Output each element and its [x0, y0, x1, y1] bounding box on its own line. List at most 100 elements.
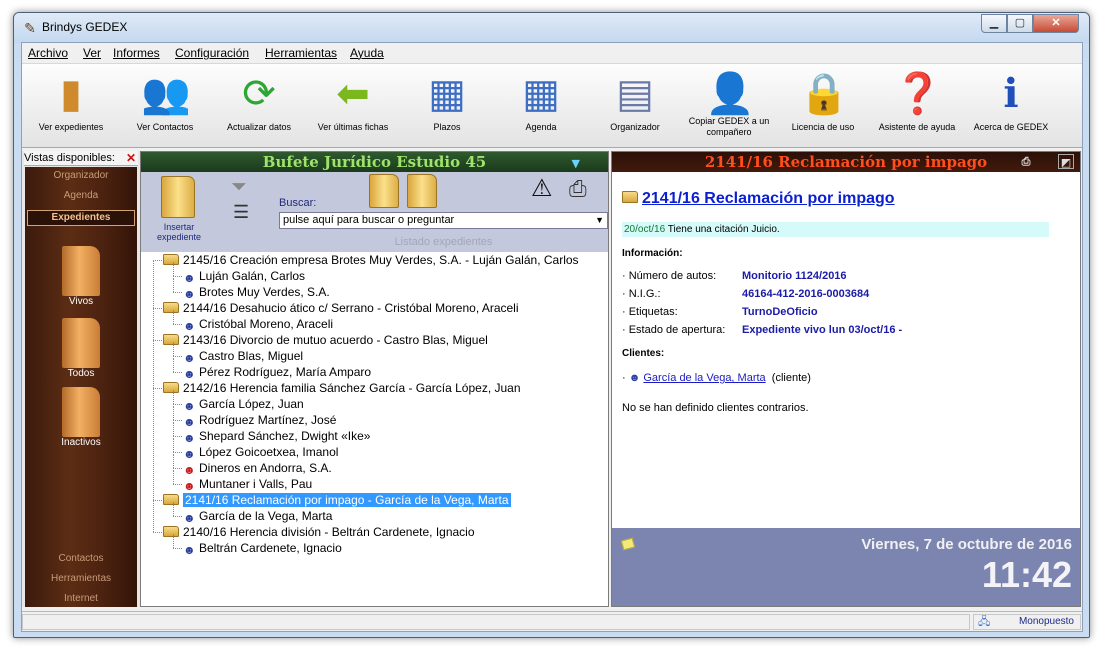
ver-ultimas-fichas-button[interactable]: ⬅ Ver últimas fichas	[306, 66, 400, 144]
tree-connector	[173, 420, 182, 421]
field-value: Monitorio 1124/2016	[742, 270, 847, 282]
detail-header-label: 2141/16 Reclamación por impago	[704, 153, 988, 171]
actualizar-datos-button[interactable]: ⟳ Actualizar datos	[212, 66, 306, 144]
field-value: TurnoDeOficio	[742, 306, 818, 318]
copiar-gedex-button[interactable]: 👤 Copiar GEDEX a un compañero	[682, 66, 776, 144]
list-icon[interactable]: ☰	[233, 202, 249, 223]
client-entry: · ☻ García de la Vega, Marta (cliente)	[622, 372, 811, 384]
folder-icon[interactable]	[369, 174, 399, 208]
contact-row[interactable]: ☻ López Goicoetxea, Imanol	[183, 444, 339, 461]
agenda-button[interactable]: ▦ Agenda	[494, 66, 588, 144]
menu-ayuda[interactable]: Ayuda	[350, 46, 384, 60]
sidebar-item-organizador[interactable]: Organizador	[25, 170, 137, 181]
menu-ver[interactable]: Ver	[83, 46, 101, 60]
tree-item-label: López Goicoetxea, Imanol	[199, 445, 339, 459]
filter-icon[interactable]: ⏷	[231, 176, 247, 199]
print-icon[interactable]: ⎙	[1018, 154, 1034, 169]
contact-row[interactable]: ☻ Rodríguez Martínez, José	[183, 412, 336, 429]
tree-connector	[173, 372, 182, 373]
chevron-down-icon[interactable]: ▼	[595, 213, 604, 228]
search-input[interactable]: pulse aquí para buscar o preguntar ▼	[279, 212, 608, 229]
sticky-note-icon[interactable]	[620, 537, 636, 551]
tree-connector	[153, 340, 162, 341]
acerca-de-gedex-button[interactable]: ℹ Acerca de GEDEX	[964, 66, 1058, 144]
tree-connector	[153, 308, 162, 309]
chevron-down-icon[interactable]: ▼	[572, 154, 580, 174]
contact-row[interactable]: ☻ Shepard Sánchez, Dwight «Ike»	[183, 428, 370, 445]
contact-row[interactable]: ☻ Cristóbal Moreno, Araceli	[183, 316, 333, 333]
tree-item-label: 2140/16 Herencia división - Beltrán Card…	[183, 525, 475, 539]
expediente-row[interactable]: 2145/16 Creación empresa Brotes Muy Verd…	[163, 252, 579, 268]
sidebar-item-internet[interactable]: Internet	[25, 593, 137, 604]
menu-herramientas[interactable]: Herramientas	[265, 46, 337, 60]
menu-informes[interactable]: Informes	[113, 46, 160, 60]
citation-note: 20/oct/16 Tiene una citación Juicio.	[622, 222, 1049, 237]
title-bar[interactable]: ✎ Brindys GEDEX ▁ ▢ ✕	[14, 13, 1089, 43]
toolbar-label: Plazos	[433, 122, 461, 132]
tree-connector	[153, 532, 162, 533]
expediente-row[interactable]: 2140/16 Herencia división - Beltrán Card…	[163, 524, 475, 540]
client-link[interactable]: García de la Vega, Marta	[643, 372, 765, 384]
close-button[interactable]: ✕	[1033, 14, 1079, 33]
toolbar-label: Licencia de uso	[791, 122, 855, 132]
folders-icon[interactable]	[407, 174, 437, 208]
plazos-button[interactable]: ▦ Plazos	[400, 66, 494, 144]
field-key: · N.I.G.:	[622, 288, 661, 300]
expediente-title-link[interactable]: 2141/16 Reclamación por impago	[642, 190, 895, 207]
licencia-de-uso-button[interactable]: 🔒 Licencia de uso	[776, 66, 870, 144]
view-vivos[interactable]: Vivos	[47, 246, 115, 307]
expediente-row[interactable]: 2143/16 Divorcio de mutuo acuerdo - Cast…	[163, 332, 488, 348]
contact-row[interactable]: ☻ García López, Juan	[183, 396, 304, 413]
contact-row[interactable]: ☻ Muntaner i Valls, Pau	[183, 476, 312, 493]
menu-archivo[interactable]: Archivo	[28, 46, 68, 60]
sidebar-item-agenda[interactable]: Agenda	[25, 190, 137, 201]
tree-item-label: Brotes Muy Verdes, S.A.	[199, 285, 330, 299]
expediente-row[interactable]: 2144/16 Desahucio ático c/ Serrano - Cri…	[163, 300, 519, 316]
sidebar-item-contactos[interactable]: Contactos	[25, 553, 137, 564]
view-todos[interactable]: Todos	[47, 318, 115, 379]
insertar-expediente-button[interactable]: Insertar expediente	[145, 222, 213, 242]
warning-icon[interactable]: ⚠	[531, 174, 553, 203]
sidebar-item-herramientas[interactable]: Herramientas	[25, 573, 137, 584]
contact-row[interactable]: ☻ García de la Vega, Marta	[183, 508, 332, 525]
insert-folder-icon[interactable]	[161, 176, 195, 218]
app-logo-icon: ✎	[24, 20, 36, 36]
tree-connector	[173, 502, 174, 516]
person-icon: ☻	[183, 367, 196, 381]
sidebar-item-expedientes[interactable]: Expedientes	[27, 210, 135, 226]
expediente-row[interactable]: 2142/16 Herencia familia Sánchez García …	[163, 380, 521, 396]
sidebar-panel: Organizador Agenda Expedientes Vivos Tod…	[25, 167, 137, 607]
person-icon: ☻	[183, 447, 196, 461]
contact-row[interactable]: ☻ Beltrán Cardenete, Ignacio	[183, 540, 342, 557]
contact-row[interactable]: ☻ Luján Galán, Carlos	[183, 268, 305, 285]
expediente-title[interactable]: 2141/16 Reclamación por impago	[622, 190, 895, 208]
printer-icon[interactable]: ⎙	[569, 176, 587, 202]
folder-icon	[62, 318, 100, 368]
view-inactivos[interactable]: Inactivos	[47, 387, 115, 448]
tree-connector	[173, 278, 174, 292]
ver-contactos-button[interactable]: 👥 Ver Contactos	[118, 66, 212, 144]
tree-connector	[173, 422, 174, 436]
office-title-label: Bufete Jurídico Estudio 45	[262, 153, 487, 171]
contact-row[interactable]: ☻ Dineros en Andorra, S.A.	[183, 460, 332, 477]
open-window-icon[interactable]: ◩	[1058, 154, 1074, 169]
person-icon: ☻	[183, 351, 196, 365]
contact-row[interactable]: ☻ Brotes Muy Verdes, S.A.	[183, 284, 330, 301]
detail-header: 2141/16 Reclamación por impago ⎙ ◩	[612, 152, 1080, 172]
expediente-row[interactable]: 2141/16 Reclamación por impago - García …	[163, 492, 511, 508]
menu-configuracion[interactable]: Configuración	[175, 46, 249, 60]
organizador-button[interactable]: ▤ Organizador	[588, 66, 682, 144]
maximize-button[interactable]: ▢	[1007, 14, 1033, 33]
tree-item-label: Pérez Rodríguez, María Amparo	[199, 365, 372, 379]
tree-connector	[173, 262, 174, 276]
current-time: 11:42	[981, 554, 1072, 595]
minimize-button[interactable]: ▁	[981, 14, 1007, 33]
ver-expedientes-button[interactable]: ▮ Ver expedientes	[24, 66, 118, 144]
contact-row[interactable]: ☻ Pérez Rodríguez, María Amparo	[183, 364, 372, 381]
person-icon: ☻	[628, 372, 641, 384]
contact-row[interactable]: ☻ Castro Blas, Miguel	[183, 348, 303, 365]
toolbar: ▮ Ver expedientes 👥 Ver Contactos ⟳ Actu…	[22, 63, 1082, 148]
asistente-de-ayuda-button[interactable]: ❓ Asistente de ayuda	[870, 66, 964, 144]
status-bar: 🖧 Monopuesto	[22, 611, 1082, 631]
close-icon[interactable]: ✕	[126, 151, 136, 166]
